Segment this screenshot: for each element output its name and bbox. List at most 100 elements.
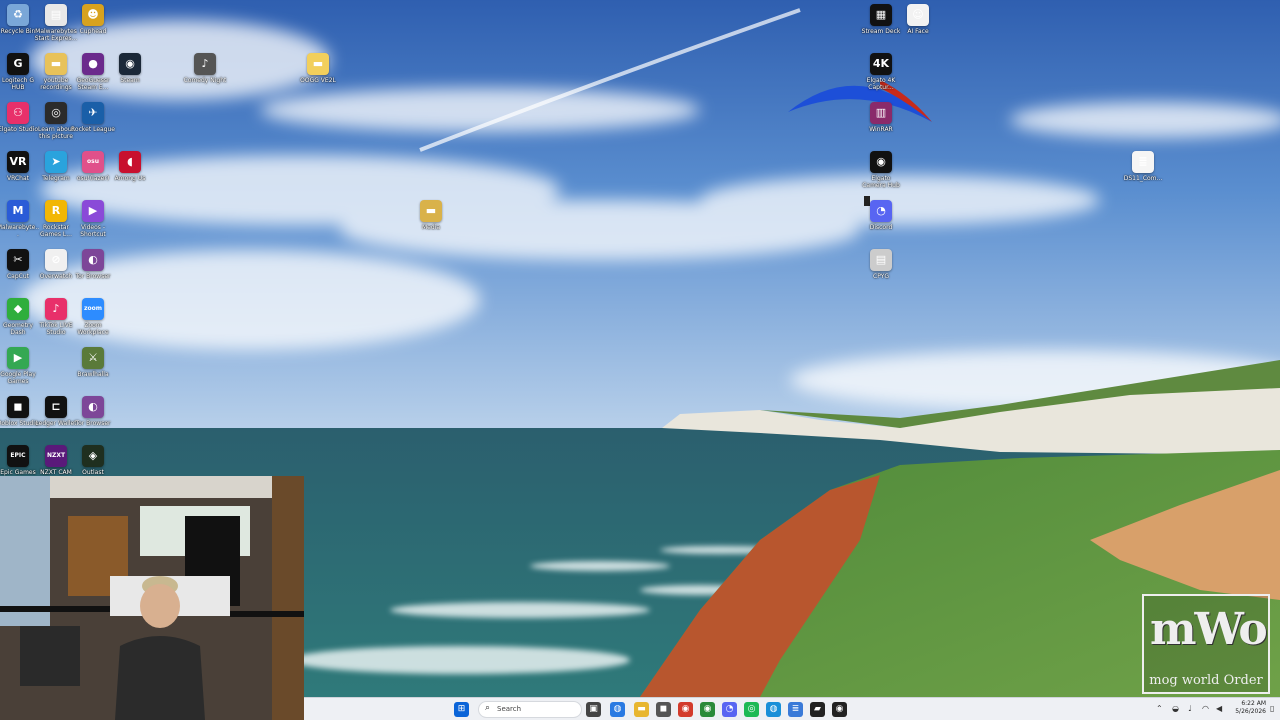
webcam-overlay (0, 476, 304, 720)
desktop-icon-label: Discord (869, 224, 893, 231)
recycle-bin-icon: ♻ (7, 4, 29, 26)
discord-icon: ◔ (870, 200, 892, 222)
chevron-up-icon[interactable]: ⌃ (1156, 704, 1163, 713)
zoom-icon: zoom (82, 298, 104, 320)
taskbar: ⊞☘▣◍▬◼◉◉◔◎◍≣▰◉ ⌕ Search ⌃ ◒ ♩ ◠ ◀ 6:22 A… (304, 697, 1280, 720)
camera-icon: ◎ (45, 102, 67, 124)
network-icon[interactable]: ◒ (1172, 704, 1179, 713)
notification-icon[interactable]: ▯ (1270, 704, 1274, 713)
windows-start-icon[interactable]: ⊞ (454, 702, 469, 717)
desktop-icon[interactable]: ◐ Tor Browser (71, 396, 115, 444)
desktop-icon[interactable]: ◐ Tor Browser (71, 249, 115, 297)
capcut-icon: ✂ (7, 249, 29, 271)
desktop-icon[interactable]: ✈ Rocket League (71, 102, 115, 150)
roblox-icon: ◼ (7, 396, 29, 418)
desktop-icon[interactable]: ◉ Steam (108, 53, 152, 101)
wifi-icon[interactable]: ◠ (1202, 704, 1209, 713)
epic-games-icon: EPIC (7, 445, 29, 467)
desktop-icon[interactable]: zoom Zoom Workplace (71, 298, 115, 346)
folder-icon: ▬ (307, 53, 329, 75)
microphone-icon: ♪ (194, 53, 216, 75)
tiktok-icon: ♪ (45, 298, 67, 320)
desktop-icon[interactable]: ◖ Among Us (108, 151, 152, 199)
video-icon: ▶ (82, 200, 104, 222)
desktop-icon-label: Zoom Workplace (77, 322, 109, 336)
nzxt-icon: NZXT (45, 445, 67, 467)
desktop-icon[interactable]: ≣ DS11_Com... (1121, 151, 1165, 199)
vrchat-icon: VR (7, 151, 29, 173)
stream-deck-icon: ▦ (870, 4, 892, 26)
desktop-icon-label: Elgato 4K Captur... (866, 77, 896, 91)
map-pin-icon: ● (82, 53, 104, 75)
search-icon: ⌕ (485, 703, 491, 713)
logitech-g-icon: G (7, 53, 29, 75)
task-view-icon[interactable]: ▣ (586, 702, 601, 717)
obs-icon[interactable]: ◉ (832, 702, 847, 717)
store-icon[interactable]: ◼ (656, 702, 671, 717)
desktop-icon-label: Steam (120, 77, 140, 84)
tor-browser-icon: ◐ (82, 396, 104, 418)
desktop-icon-label: DS11_Com... (1123, 175, 1163, 182)
outlast-icon: ◈ (82, 445, 104, 467)
desktop-icon[interactable]: 4K Elgato 4K Captur... (859, 53, 903, 101)
telegram-icon: ➤ (45, 151, 67, 173)
desktop-icon-label: Media (421, 224, 441, 231)
malwarebytes-icon: M (7, 200, 29, 222)
geometry-dash-icon: ◆ (7, 298, 29, 320)
desktop-icon[interactable]: ▶ Google Play Games (0, 347, 40, 395)
ledger-icon: ⊏ (45, 396, 67, 418)
document-icon: ≣ (1132, 151, 1154, 173)
rockstar-icon: R (45, 200, 67, 222)
desktop-icon[interactable]: ▶ Videos - Shortcut (71, 200, 115, 248)
discord-icon[interactable]: ◔ (722, 702, 737, 717)
taskbar-search-box[interactable]: ⌕ Search (478, 701, 582, 718)
file-explorer-icon[interactable]: ▬ (634, 702, 649, 717)
search-placeholder: Search (497, 705, 522, 713)
browser-icon[interactable]: ◍ (610, 702, 625, 717)
among-us-icon: ◖ (119, 151, 141, 173)
desktop-icon-label: Among Us (114, 175, 146, 182)
overwatch-icon: ⊘ (45, 249, 67, 271)
desktop-icon-label: OOGG VE2L (300, 77, 336, 84)
desktop-icon-label: Rocket League (71, 126, 115, 133)
folder-icon: ▬ (45, 53, 67, 75)
elgato-studio-icon: ⚇ (7, 102, 29, 124)
microphone-icon[interactable]: ♩ (1188, 704, 1192, 713)
desktop-icon-label: CPYG (873, 273, 889, 280)
notepad-icon[interactable]: ≣ (788, 702, 803, 717)
watermark-tagline: mog world Order (1149, 673, 1263, 688)
desktop-icon-label: Tor Browser (75, 420, 111, 427)
google-play-icon: ▶ (7, 347, 29, 369)
desktop-icon[interactable]: ▥ WinRAR (859, 102, 903, 150)
desktop-icon[interactable]: ▬ OOGG VE2L (296, 53, 340, 101)
terminal-icon[interactable]: ▰ (810, 702, 825, 717)
brawlhalla-icon: ⚔ (82, 347, 104, 369)
watermark-logo-text: mWo (1150, 604, 1268, 655)
desktop-icon[interactable]: ☻ Cuphead (71, 4, 115, 52)
desktop-icon[interactable]: ◉ Elgato Camera Hub (859, 151, 903, 199)
desktop-icon-label: Videos - Shortcut (80, 224, 106, 238)
clock[interactable]: 6:22 AM 5/26/2026 (1226, 700, 1266, 719)
volume-icon[interactable]: ◀ (1216, 704, 1222, 713)
chrome-icon[interactable]: ◉ (700, 702, 715, 717)
desktop-icon[interactable]: ☺ AI Face (896, 4, 940, 52)
desktop-icon[interactable]: ◔ Discord (859, 200, 903, 248)
rocket-league-icon: ✈ (82, 102, 104, 124)
desktop-icon-label: Outlast (82, 469, 104, 476)
edge-icon[interactable]: ◍ (766, 702, 781, 717)
clock-date: 5/26/2026 (1235, 708, 1266, 715)
desktop-icon[interactable]: ⚔ Brawlhalla (71, 347, 115, 395)
folder-icon: ▬ (420, 200, 442, 222)
desktop-icon[interactable]: ▬ Media (409, 200, 453, 248)
desktop-icon-label: Tor Browser (75, 273, 111, 280)
desktop-icon-label: AI Face (907, 28, 929, 35)
chrome-icon[interactable]: ◉ (678, 702, 693, 717)
osu-icon: osu (82, 151, 104, 173)
desktop-icon-label: Brawlhalla (77, 371, 109, 378)
winrar-icon: ▥ (870, 102, 892, 124)
ai-face-icon: ☺ (907, 4, 929, 26)
desktop-icon[interactable]: ▤ CPYG (859, 249, 903, 297)
desktop-icon[interactable]: ♪ Comedy Night (183, 53, 227, 101)
elgato-4k-icon: 4K (870, 53, 892, 75)
spotify-icon[interactable]: ◎ (744, 702, 759, 717)
